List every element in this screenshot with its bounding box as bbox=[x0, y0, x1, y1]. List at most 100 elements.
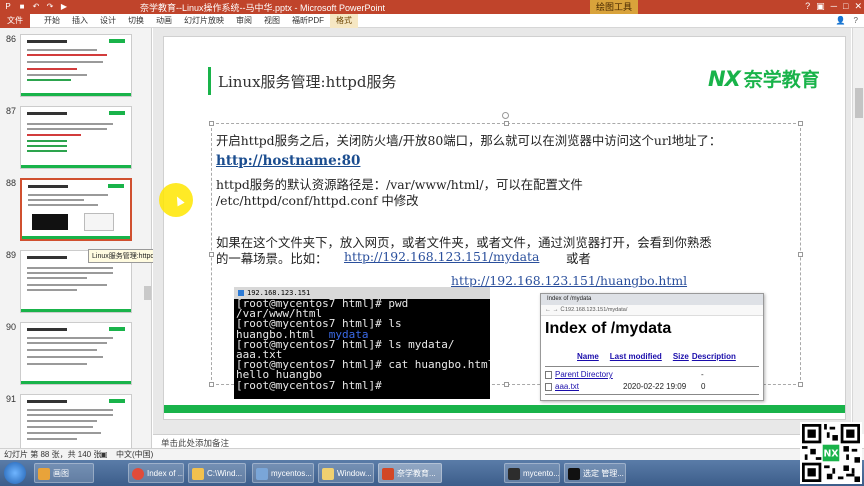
slide-thumbnail[interactable] bbox=[20, 106, 132, 169]
folder-icon bbox=[192, 468, 204, 480]
taskbar-item-paint[interactable]: 画图 bbox=[34, 463, 94, 483]
resize-handle[interactable] bbox=[798, 382, 803, 387]
tab-file[interactable]: 文件 bbox=[0, 14, 30, 28]
slide-thumbnail[interactable] bbox=[20, 34, 132, 97]
paragraph-default-path-2[interactable]: /etc/httpd/conf/httpd.conf 中修改 bbox=[216, 191, 419, 209]
browser-address-text: 192.168.123.151/mydata/ bbox=[565, 307, 628, 313]
slide-88[interactable]: Linux服务管理:httpd服务 NX 奈学教育 开启httpd服务之后，关闭… bbox=[163, 36, 846, 420]
taskbar-item-chrome[interactable]: Index of ... bbox=[128, 463, 184, 483]
tab-foxit-pdf[interactable]: 福昕PDF bbox=[286, 14, 330, 28]
taskbar-label: Index of ... bbox=[147, 469, 184, 478]
slide-editor: Linux服务管理:httpd服务 NX 奈学教育 开启httpd服务之后，关闭… bbox=[153, 28, 851, 434]
paragraph-open-httpd[interactable]: 开启httpd服务之后，关闭防火墙/开放80端口，那么就可以在浏览器中访问这个u… bbox=[216, 131, 721, 149]
folder-up-icon bbox=[545, 370, 552, 379]
index-row: aaa.txt 2020-02-22 19:09 0 bbox=[545, 382, 705, 391]
slideshow-icon[interactable]: ▶ bbox=[58, 1, 70, 12]
resize-handle[interactable] bbox=[504, 382, 509, 387]
restore-ribbon-icon[interactable]: ▣ bbox=[816, 1, 825, 12]
tab-design[interactable]: 设计 bbox=[94, 14, 122, 28]
col-description: Description bbox=[691, 352, 736, 361]
account-icon[interactable]: 👤 bbox=[836, 16, 846, 25]
index-row: Parent Directory - bbox=[545, 370, 704, 379]
rotate-handle[interactable] bbox=[502, 112, 509, 119]
title-bar: P ■ ↶ ↷ ▶ 奈学教育--Linux操作系统--马中华.pptx - Mi… bbox=[0, 0, 864, 14]
taskbar-item-explorer[interactable]: C:\Wind... bbox=[188, 463, 246, 483]
browser-nav-icons: ← → C bbox=[545, 307, 565, 313]
slide-footer-bar bbox=[164, 405, 845, 413]
slide-title[interactable]: Linux服务管理:httpd服务 bbox=[218, 71, 397, 92]
tab-slideshow[interactable]: 幻灯片放映 bbox=[178, 14, 230, 28]
thumbnail-scrollbar[interactable] bbox=[144, 286, 151, 300]
status-bar: 幻灯片 第 88 张，共 140 张 ▣ 中文(中国) bbox=[0, 448, 864, 460]
cmd-icon bbox=[568, 468, 580, 480]
notes-pane[interactable]: 单击此处添加备注 bbox=[153, 434, 851, 448]
slide-thumbnail[interactable] bbox=[20, 394, 132, 448]
tab-home[interactable]: 开始 bbox=[38, 14, 66, 28]
row-size: 0 bbox=[701, 382, 706, 391]
slide-thumbnail-panel[interactable]: 86 87 88 89 90 91 bbox=[0, 28, 152, 448]
link-huangbo[interactable]: http://192.168.123.151/huangbo.html bbox=[451, 273, 687, 288]
or-word: 或者 bbox=[566, 251, 591, 266]
resize-handle[interactable] bbox=[798, 252, 803, 257]
taskbar-label: C:\Wind... bbox=[207, 469, 243, 478]
terminal-tab-icon bbox=[238, 290, 244, 296]
file-icon bbox=[545, 382, 552, 391]
slide-thumbnail[interactable] bbox=[20, 322, 132, 385]
save-icon[interactable]: ■ bbox=[16, 1, 28, 12]
undo-icon[interactable]: ↶ bbox=[30, 1, 42, 12]
tab-animations[interactable]: 动画 bbox=[150, 14, 178, 28]
qr-center-label: NX bbox=[823, 449, 839, 460]
slide-number: 87 bbox=[6, 106, 17, 116]
slide-number: 86 bbox=[6, 34, 17, 44]
close-icon[interactable]: ✕ bbox=[854, 1, 862, 12]
maximize-icon[interactable]: □ bbox=[843, 1, 848, 12]
paragraph-browse-2[interactable]: 的一幕场景。比如： bbox=[216, 249, 328, 267]
terminal-icon bbox=[508, 468, 520, 480]
minimize-icon[interactable]: ─ bbox=[831, 1, 837, 12]
help-icon[interactable]: ? bbox=[805, 1, 810, 12]
window-controls: ? ▣ ─ □ ✕ bbox=[805, 1, 862, 12]
link-hostname[interactable]: http://hostname:80 bbox=[216, 153, 360, 169]
terminal-line: [root@mycentos7 html]# bbox=[236, 378, 382, 392]
nx-logo: NX 奈学教育 bbox=[708, 65, 820, 92]
resize-handle[interactable] bbox=[798, 121, 803, 126]
tab-transitions[interactable]: 切换 bbox=[122, 14, 150, 28]
resize-handle[interactable] bbox=[209, 382, 214, 387]
logo-text: 奈学教育 bbox=[743, 69, 820, 91]
tab-insert[interactable]: 插入 bbox=[66, 14, 94, 28]
taskbar-item-vm[interactable]: mycentos... bbox=[252, 463, 314, 483]
help-circle-icon[interactable]: ? bbox=[854, 16, 858, 25]
row-modified: 2020-02-22 19:09 bbox=[623, 382, 687, 391]
divider bbox=[545, 394, 759, 395]
resize-handle[interactable] bbox=[209, 121, 214, 126]
divider bbox=[545, 366, 759, 367]
powerpoint-app-icon[interactable]: P bbox=[2, 1, 14, 12]
taskbar-item-terminal[interactable]: mycento... bbox=[504, 463, 560, 483]
redo-icon[interactable]: ↷ bbox=[44, 1, 56, 12]
link-mydata[interactable]: http://192.168.123.151/mydata bbox=[344, 249, 539, 264]
tab-format[interactable]: 格式 bbox=[330, 14, 358, 28]
taskbar-label: mycento... bbox=[523, 469, 560, 478]
windows-taskbar: 画图 Index of ... C:\Wind... mycentos... W… bbox=[0, 460, 864, 486]
browser-address-bar: ← → C 192.168.123.151/mydata/ bbox=[541, 305, 763, 316]
row-name: aaa.txt bbox=[555, 382, 580, 391]
resize-handle[interactable] bbox=[504, 121, 509, 126]
slide-thumbnail-selected[interactable] bbox=[20, 178, 132, 241]
window-icon bbox=[322, 468, 334, 480]
window-title: 奈学教育--Linux操作系统--马中华.pptx - Microsoft Po… bbox=[140, 3, 386, 13]
logo-mark: NX bbox=[708, 66, 741, 91]
tab-review[interactable]: 审阅 bbox=[230, 14, 258, 28]
taskbar-item-powerpoint[interactable]: 奈学教育... bbox=[378, 463, 442, 483]
powerpoint-icon bbox=[382, 468, 394, 480]
col-size: Size bbox=[672, 352, 689, 361]
resize-handle[interactable] bbox=[209, 252, 214, 257]
taskbar-label: mycentos... bbox=[271, 469, 312, 478]
taskbar-item-window[interactable]: Window... bbox=[318, 463, 374, 483]
editor-scrollbar[interactable] bbox=[852, 28, 864, 434]
tab-view[interactable]: 视图 bbox=[258, 14, 286, 28]
taskbar-item-admin[interactable]: 选定 管理... bbox=[564, 463, 626, 483]
taskbar-label: 奈学教育... bbox=[397, 469, 436, 478]
start-button-icon[interactable] bbox=[4, 462, 26, 484]
index-heading: Index of /mydata bbox=[545, 320, 672, 337]
scrollbar-thumb[interactable] bbox=[855, 88, 863, 118]
